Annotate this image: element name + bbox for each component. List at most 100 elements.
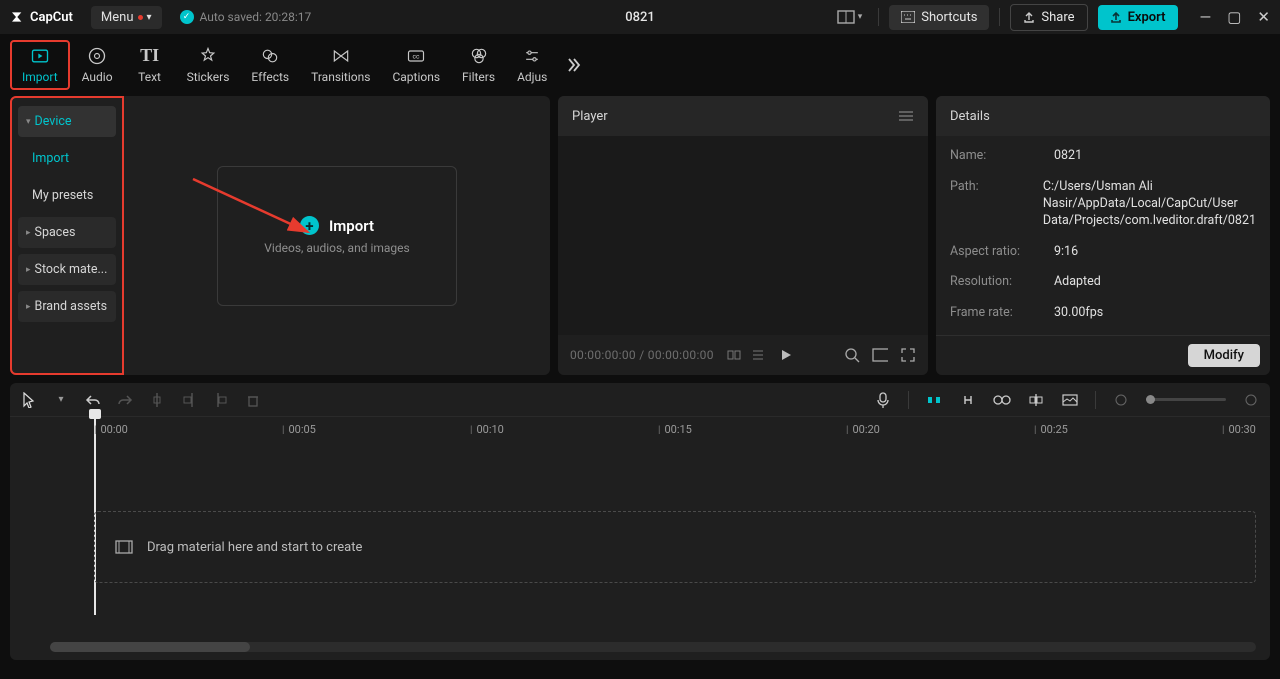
microphone-button[interactable] xyxy=(874,391,892,409)
ratio-icon[interactable] xyxy=(872,347,888,363)
tab-label: Captions xyxy=(392,70,440,84)
capcut-logo-icon xyxy=(10,9,26,25)
tab-label: Transitions xyxy=(311,70,370,84)
player-viewport[interactable] xyxy=(558,136,928,335)
tab-captions[interactable]: cc Captions xyxy=(382,42,450,88)
caret-down-icon: ▾ xyxy=(26,117,31,127)
redo-button[interactable] xyxy=(116,391,134,409)
fullscreen-icon[interactable] xyxy=(900,347,916,363)
pointer-tool[interactable] xyxy=(20,391,38,409)
player-menu-icon[interactable] xyxy=(898,108,914,124)
maximize-button[interactable]: ▢ xyxy=(1227,8,1241,26)
import-sidebar: ▾Device Import My presets ▸Spaces ▸ Stock… xyxy=(10,96,124,375)
import-subtitle: Videos, audios, and images xyxy=(264,241,409,255)
timeline-scroll-thumb[interactable] xyxy=(50,642,250,652)
timeline-drop-text: Drag material here and start to create xyxy=(147,540,362,555)
thumbnail-button[interactable] xyxy=(1061,391,1079,409)
sidebar-label: Stock mate... xyxy=(35,262,108,277)
split-right-button[interactable] xyxy=(212,391,230,409)
split-button[interactable] xyxy=(148,391,166,409)
detail-label-resolution: Resolution: xyxy=(950,274,1054,291)
timeline-ruler[interactable]: 00:00 00:05 00:10 00:15 00:20 00:25 00:3… xyxy=(10,417,1270,441)
app-name: CapCut xyxy=(30,10,73,25)
minimize-button[interactable]: — xyxy=(1200,8,1212,26)
compare-icon[interactable] xyxy=(726,347,742,363)
menu-dot-icon xyxy=(138,15,143,20)
pointer-dropdown[interactable]: ▾ xyxy=(52,391,70,409)
shortcuts-label: Shortcuts xyxy=(921,10,977,25)
details-footer: Modify xyxy=(936,335,1270,375)
project-title: 0821 xyxy=(625,10,655,25)
magnet-button[interactable] xyxy=(925,391,943,409)
close-button[interactable]: ✕ xyxy=(1257,8,1270,26)
separator xyxy=(999,8,1000,26)
preview-button[interactable] xyxy=(993,391,1011,409)
autosave-status: ✓ Auto saved: 20:28:17 xyxy=(180,10,312,24)
separator xyxy=(878,8,879,26)
timeline-toolbar: ▾ xyxy=(10,383,1270,417)
chevron-down-icon: ▾ xyxy=(147,12,152,23)
import-panel: ▾Device Import My presets ▸Spaces ▸ Stock… xyxy=(10,96,550,375)
check-circle-icon: ✓ xyxy=(180,10,194,24)
plus-circle-icon: + xyxy=(300,216,319,235)
timeline-scrollbar[interactable] xyxy=(50,642,1256,652)
menu-button[interactable]: Menu ▾ xyxy=(91,6,162,29)
sidebar-item-import[interactable]: Import xyxy=(18,143,116,174)
ruler-mark: 00:10 xyxy=(470,423,504,436)
import-drop-zone[interactable]: + Import Videos, audios, and images xyxy=(217,166,457,306)
tab-stickers[interactable]: Stickers xyxy=(177,42,240,88)
tab-adjustment[interactable]: Adjus xyxy=(507,42,557,88)
zoom-out-button[interactable] xyxy=(1112,391,1130,409)
keyboard-icon xyxy=(901,11,915,23)
details-title: Details xyxy=(950,109,990,124)
timeline-drop-zone[interactable]: Drag material here and start to create xyxy=(94,511,1256,583)
share-label: Share xyxy=(1041,10,1074,25)
tab-text[interactable]: TI Text xyxy=(125,42,175,88)
chevron-down-icon: ▾ xyxy=(858,12,863,22)
tab-effects[interactable]: Effects xyxy=(241,42,299,88)
zoom-slider[interactable] xyxy=(1146,398,1226,401)
tab-label: Import xyxy=(22,70,58,84)
separator xyxy=(908,391,909,409)
ruler-mark: 00:20 xyxy=(846,423,880,436)
tab-label: Filters xyxy=(462,70,495,84)
export-button[interactable]: Export xyxy=(1098,5,1178,30)
tabs-more-button[interactable] xyxy=(563,55,583,75)
aspect-ratio-button[interactable]: ▾ xyxy=(831,6,869,28)
sidebar-item-spaces[interactable]: ▸Spaces xyxy=(18,217,116,248)
sidebar-item-stock[interactable]: ▸ Stock mate... xyxy=(18,254,116,285)
details-body: Name:0821 Path:C:/Users/Usman Ali Nasir/… xyxy=(936,136,1270,335)
caret-right-icon: ▸ xyxy=(26,265,31,275)
tab-filters[interactable]: Filters xyxy=(452,42,505,88)
modify-button[interactable]: Modify xyxy=(1188,344,1260,367)
film-icon xyxy=(115,540,133,554)
align-button[interactable] xyxy=(1027,391,1045,409)
delete-button[interactable] xyxy=(244,391,262,409)
ruler-mark: 00:25 xyxy=(1034,423,1068,436)
sidebar-item-my-presets[interactable]: My presets xyxy=(18,180,116,211)
shortcuts-button[interactable]: Shortcuts xyxy=(889,5,989,30)
tab-audio[interactable]: Audio xyxy=(72,42,123,88)
player-panel: Player 00:00:00:00 / 00:00:00:00 xyxy=(558,96,928,375)
export-icon xyxy=(1110,11,1122,23)
sidebar-item-brand[interactable]: ▸Brand assets xyxy=(18,291,116,322)
detail-label-framerate: Frame rate: xyxy=(950,305,1054,322)
split-left-button[interactable] xyxy=(180,391,198,409)
detail-label-aspect: Aspect ratio: xyxy=(950,244,1054,261)
link-button[interactable] xyxy=(959,391,977,409)
undo-button[interactable] xyxy=(84,391,102,409)
timeline-tracks[interactable]: Drag material here and start to create xyxy=(10,441,1270,642)
details-header: Details xyxy=(936,96,1270,136)
scale-icon[interactable] xyxy=(844,347,860,363)
zoom-in-button[interactable] xyxy=(1242,391,1260,409)
audio-icon xyxy=(87,46,107,66)
share-button[interactable]: Share xyxy=(1010,4,1087,31)
sidebar-item-device[interactable]: ▾Device xyxy=(18,106,116,137)
timeline-wrap: ▾ 00:00 00:05 xyxy=(0,383,1280,672)
import-icon xyxy=(30,46,50,66)
list-icon[interactable] xyxy=(752,347,768,363)
tab-import[interactable]: Import xyxy=(10,40,70,90)
tab-transitions[interactable]: Transitions xyxy=(301,42,380,88)
play-button[interactable] xyxy=(778,347,794,363)
media-tabs: Import Audio TI Text Stickers Effects Tr… xyxy=(0,34,1280,96)
